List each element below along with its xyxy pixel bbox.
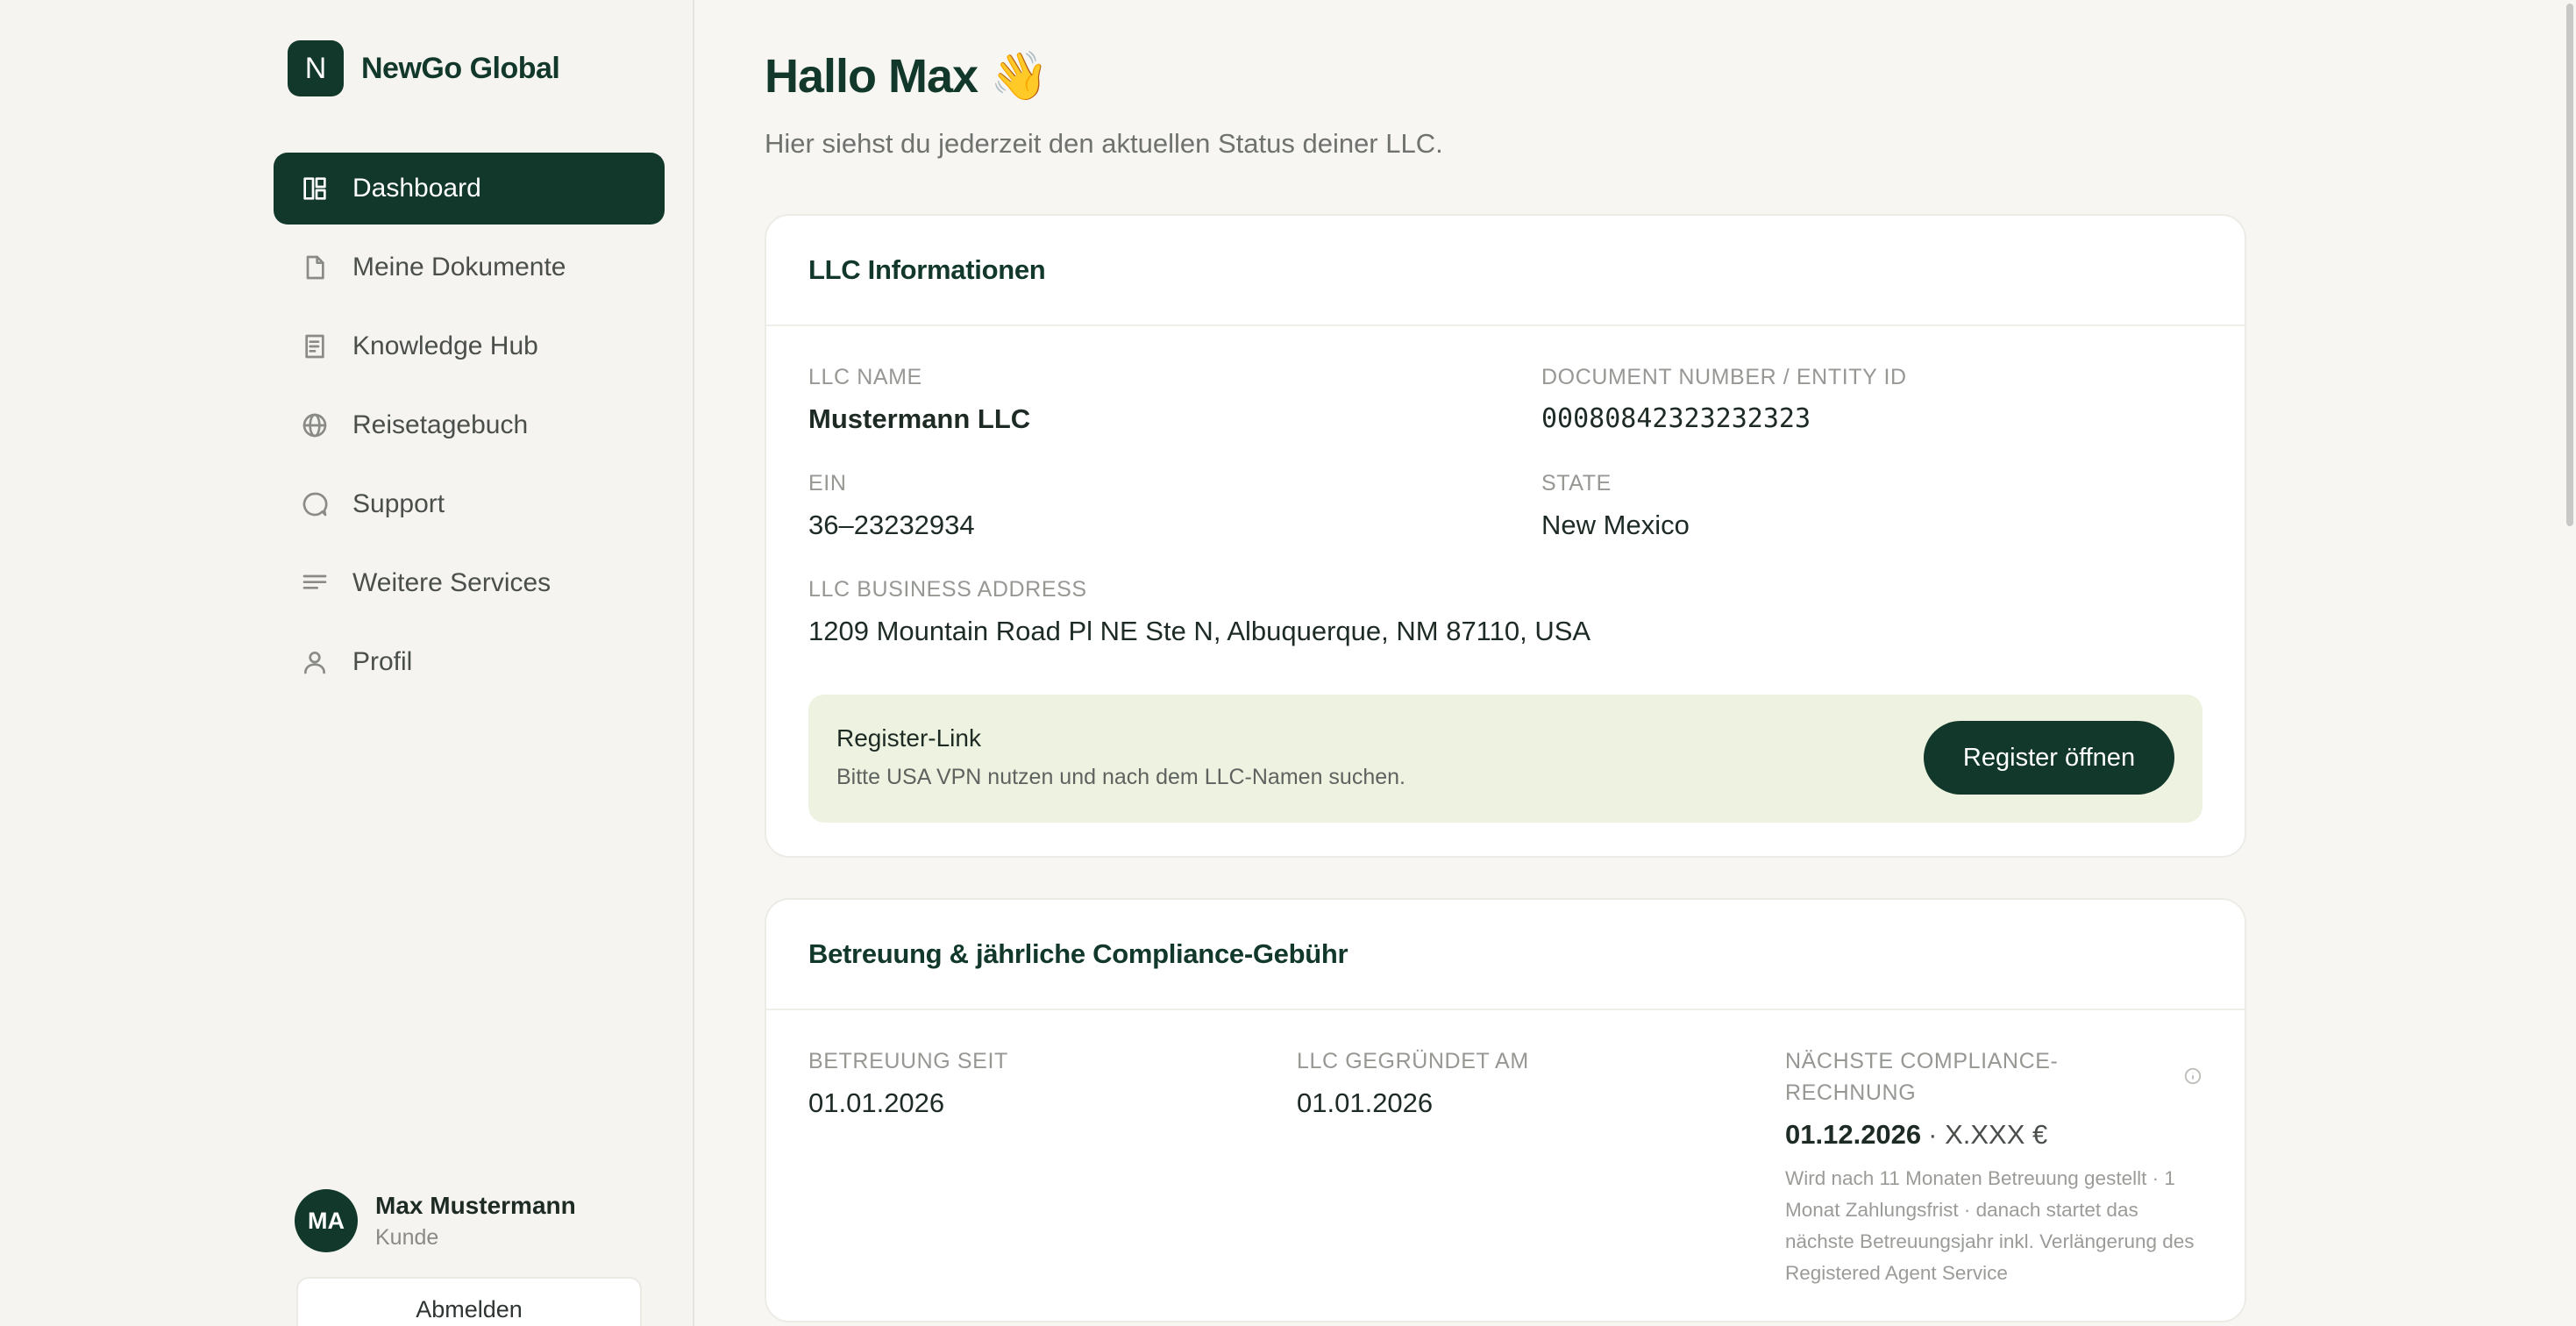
avatar: MA: [295, 1189, 358, 1252]
next-invoice-label-line2: RECHNUNG: [1785, 1080, 1917, 1105]
compliance-card: Betreuung & jährliche Compliance-Gebühr …: [765, 898, 2246, 1322]
next-invoice-amount: · X.XXX €: [1928, 1119, 2048, 1150]
open-register-button[interactable]: Register öffnen: [1924, 721, 2174, 795]
ein-value: 36–23232934: [808, 510, 975, 540]
sidebar-item-label: Profil: [352, 647, 413, 676]
user-name: Max Mustermann: [375, 1191, 576, 1219]
sidebar-item-label: Support: [352, 489, 445, 518]
care-since-label: BETREUUNG SEIT: [808, 1049, 1008, 1073]
brand-logo: N: [288, 40, 344, 96]
page-subtitle: Hier siehst du jederzeit den aktuellen S…: [765, 128, 1443, 159]
address-label: LLC BUSINESS ADDRESS: [808, 577, 1087, 602]
sidebar-item-label: Knowledge Hub: [352, 332, 538, 360]
sidebar: N NewGo Global Dashboard Meine Dokumente: [0, 0, 694, 1326]
sidebar-item-weitere-services[interactable]: Weitere Services: [274, 547, 665, 619]
register-description: Bitte USA VPN nutzen und nach dem LLC-Na…: [836, 765, 1405, 789]
page-title: Hallo Max 👋: [765, 50, 1049, 103]
card-title: LLC Informationen: [808, 254, 1046, 285]
scrollbar[interactable]: [2564, 0, 2576, 1326]
dashboard-icon: [300, 174, 330, 203]
brand[interactable]: N NewGo Global: [288, 40, 560, 96]
book-icon: [300, 332, 330, 361]
sidebar-item-dashboard[interactable]: Dashboard: [274, 153, 665, 225]
sidebar-nav: Dashboard Meine Dokumente Knowledge Hub …: [274, 153, 665, 705]
sidebar-item-documents[interactable]: Meine Dokumente: [274, 232, 665, 303]
register-title: Register-Link: [836, 724, 981, 752]
logout-button[interactable]: Abmelden: [296, 1277, 642, 1326]
user-role: Kunde: [375, 1224, 439, 1250]
user-icon: [300, 647, 330, 677]
next-invoice-label-line1: NÄCHSTE COMPLIANCE-: [1785, 1049, 2059, 1073]
next-invoice-value: 01.12.2026 · X.XXX €: [1785, 1119, 2047, 1151]
document-icon: [300, 253, 330, 282]
sidebar-item-label: Reisetagebuch: [352, 410, 529, 439]
scrollbar-thumb[interactable]: [2566, 4, 2573, 526]
card-title: Betreuung & jährliche Compliance-Gebühr: [808, 938, 1348, 969]
llc-info-card: LLC Informationen LLC NAME Mustermann LL…: [765, 214, 2246, 858]
sidebar-item-knowledge-hub[interactable]: Knowledge Hub: [274, 310, 665, 382]
sidebar-item-label: Dashboard: [352, 174, 481, 203]
sidebar-item-support[interactable]: Support: [274, 468, 665, 540]
sidebar-item-label: Meine Dokumente: [352, 253, 566, 282]
list-icon: [300, 568, 330, 598]
sidebar-item-profil[interactable]: Profil: [274, 626, 665, 698]
ein-label: EIN: [808, 471, 847, 495]
register-link-box: Register-Link Bitte USA VPN nutzen und n…: [808, 695, 2202, 823]
sidebar-item-label: Weitere Services: [352, 568, 551, 597]
sidebar-item-reisetagebuch[interactable]: Reisetagebuch: [274, 389, 665, 461]
doc-number-value: 00080842323232323: [1541, 403, 1811, 434]
llc-name-value: Mustermann LLC: [808, 403, 1031, 434]
info-icon[interactable]: [2183, 1066, 2202, 1086]
user-profile[interactable]: MA Max Mustermann Kunde: [295, 1189, 576, 1252]
brand-name: NewGo Global: [361, 51, 560, 85]
globe-icon: [300, 410, 330, 440]
address-value: 1209 Mountain Road Pl NE Ste N, Albuquer…: [808, 616, 1591, 646]
chat-icon: [300, 489, 330, 519]
care-since-value: 01.01.2026: [808, 1087, 945, 1118]
doc-number-label: DOCUMENT NUMBER / ENTITY ID: [1541, 365, 1907, 389]
founded-label: LLC GEGRÜNDET AM: [1297, 1049, 1529, 1073]
state-value: New Mexico: [1541, 510, 1690, 540]
founded-value: 01.01.2026: [1297, 1087, 1434, 1118]
state-label: STATE: [1541, 471, 1612, 495]
llc-name-label: LLC NAME: [808, 365, 922, 389]
next-invoice-note: Wird nach 11 Monaten Betreuung gestellt …: [1785, 1167, 2195, 1284]
next-invoice-date: 01.12.2026: [1785, 1119, 1922, 1150]
